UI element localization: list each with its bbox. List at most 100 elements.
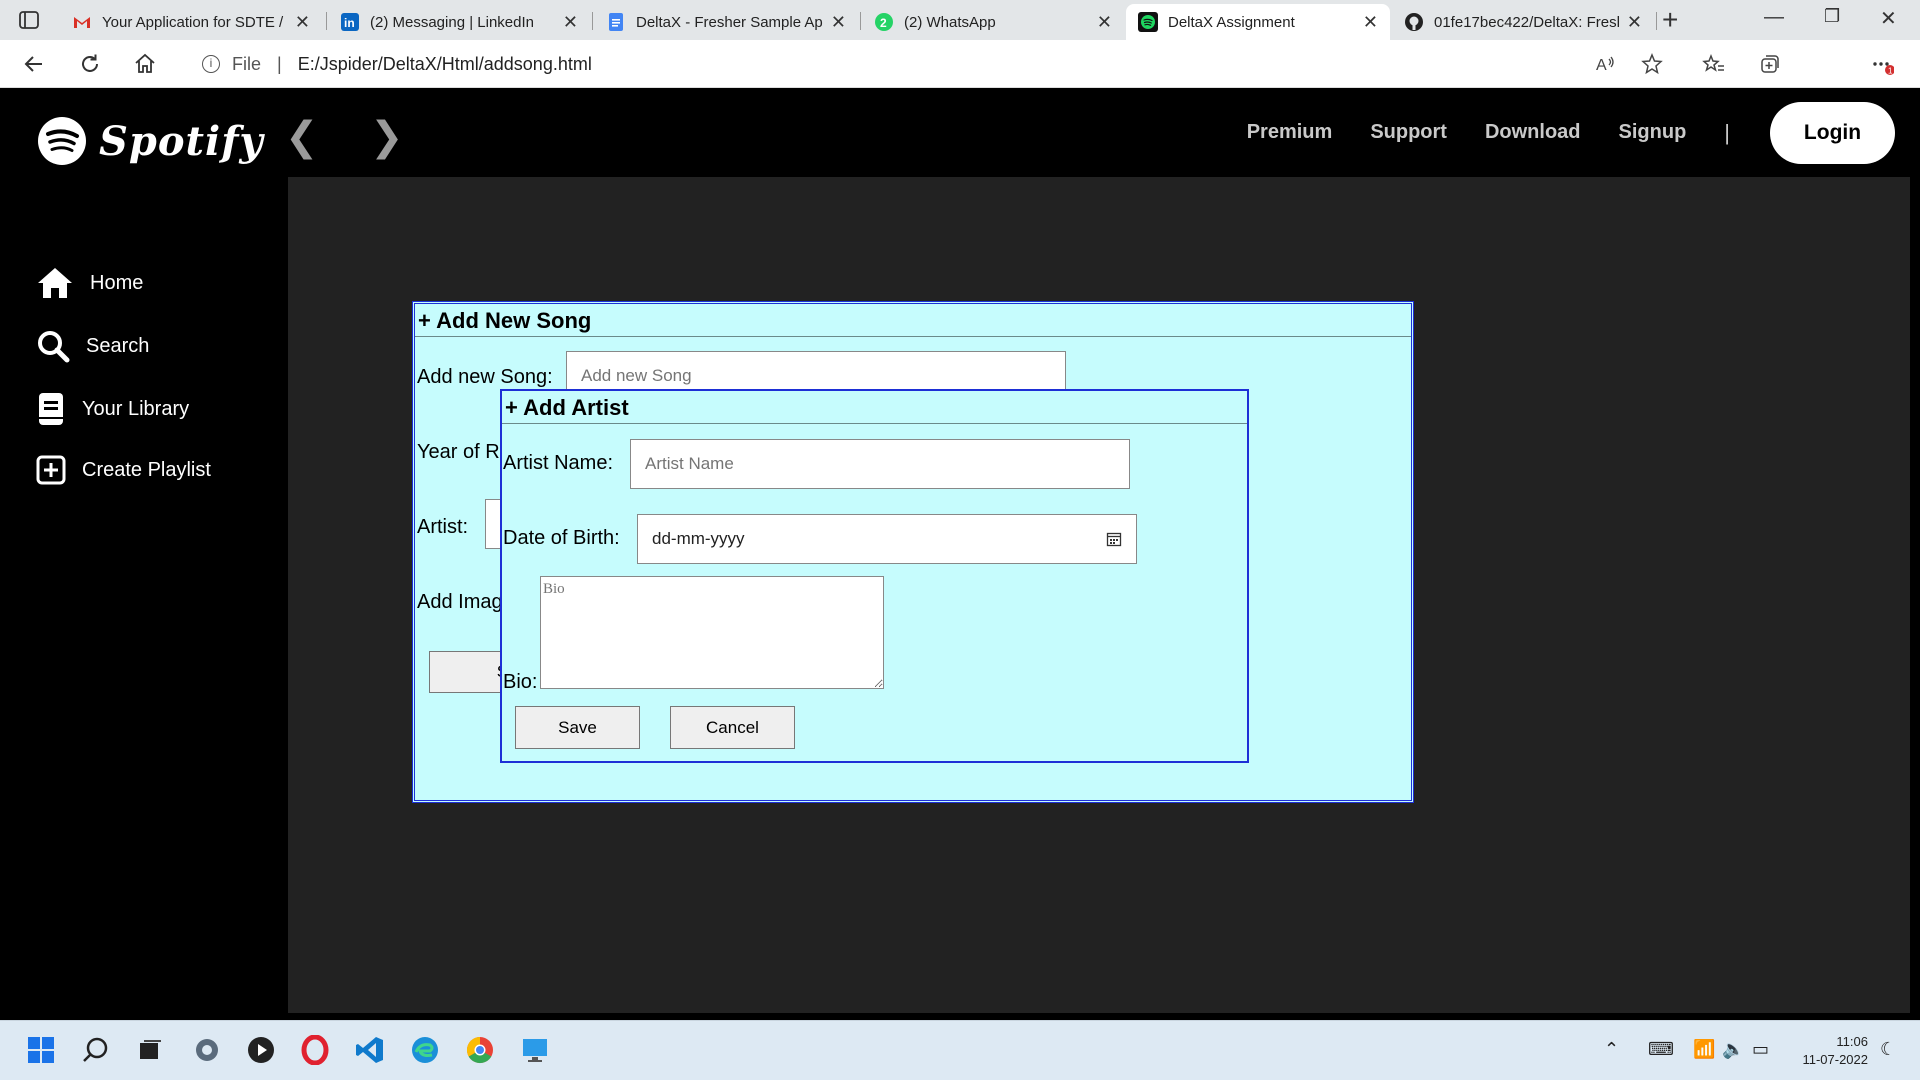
add-playlist-icon (36, 455, 66, 485)
keyboard-icon[interactable]: ⌨ (1648, 1039, 1674, 1060)
tab-title: (2) WhatsApp (904, 13, 996, 31)
sidebar-item-create-playlist[interactable]: Create Playlist (36, 455, 211, 485)
windows-start-icon[interactable] (26, 1035, 56, 1065)
whatsapp-icon: 2 (875, 13, 893, 31)
clock-date: 11-07-2022 (1802, 1052, 1868, 1067)
notifications-icon[interactable]: ☾ (1880, 1039, 1896, 1060)
top-nav: Premium Support Download Signup | Login (1247, 88, 1920, 177)
clock-time: 11:06 (1836, 1034, 1868, 1049)
opera-icon[interactable] (300, 1035, 330, 1065)
tab-actions-icon[interactable] (18, 10, 40, 30)
close-icon[interactable]: ✕ (1363, 12, 1378, 33)
search-icon (38, 331, 70, 363)
info-icon[interactable]: i (202, 55, 220, 73)
nav-premium[interactable]: Premium (1247, 121, 1333, 144)
tab-github[interactable]: 01fe17bec422/DeltaX: Fresh ✕ (1392, 4, 1654, 40)
browser-tab-bar: Your Application for SDTE / ✕ in (2) Mes… (0, 0, 1920, 40)
spotify-header: Spotify ❮ ❯ Premium Support Download Sig… (0, 88, 1920, 177)
dob-value: dd-mm-yyyy (652, 529, 745, 548)
sidebar: Home Search Your Library Create Playlist (0, 177, 288, 1013)
close-icon[interactable]: ✕ (563, 12, 578, 33)
image-label: Add Imag (417, 591, 503, 613)
media-player-icon[interactable] (246, 1035, 276, 1065)
vscode-icon[interactable] (355, 1035, 385, 1065)
taskbar-search-icon[interactable] (81, 1035, 111, 1065)
artist-save-button[interactable]: Save (515, 706, 640, 749)
login-button[interactable]: Login (1770, 101, 1895, 164)
chevron-left-icon[interactable]: ❮ (285, 114, 319, 160)
nav-download[interactable]: Download (1485, 121, 1581, 144)
year-label: Year of Re (417, 441, 511, 463)
svg-text:in: in (344, 16, 355, 30)
address-bar[interactable]: i File | E:/Jspider/DeltaX/Html/addsong.… (180, 45, 1710, 83)
url-text[interactable]: E:/Jspider/DeltaX/Html/addsong.html (298, 54, 592, 75)
add-artist-form: + Add Artist Artist Name: Date of Birth:… (500, 389, 1249, 763)
sidebar-item-label: Home (90, 271, 144, 294)
close-icon[interactable]: ✕ (831, 12, 846, 33)
calendar-icon[interactable] (1106, 531, 1122, 547)
tab-title: DeltaX Assignment (1168, 13, 1295, 31)
sidebar-item-label: Search (86, 334, 150, 357)
add-favorite-icon[interactable] (1640, 52, 1664, 76)
collections-icon[interactable] (1758, 52, 1782, 76)
file-label: File (232, 53, 262, 74)
chevron-right-icon[interactable]: ❯ (370, 114, 404, 160)
docs-icon (609, 13, 623, 31)
tab-whatsapp[interactable]: 2 (2) WhatsApp ✕ (862, 4, 1124, 40)
tray-overflow-icon[interactable]: ⌃ (1604, 1039, 1619, 1060)
bio-label: Bio: (503, 671, 538, 693)
back-icon[interactable] (22, 52, 46, 76)
windows-taskbar: ⌃ ⌨ 📶 🔈 ▭ 11:06 11-07-2022 ☾ (0, 1020, 1920, 1080)
restore-icon[interactable]: ❐ (1824, 6, 1840, 27)
task-view-icon[interactable] (135, 1035, 165, 1065)
spotify-logo[interactable]: Spotify (37, 116, 264, 166)
volume-icon[interactable]: 🔈 (1722, 1039, 1744, 1060)
read-aloud-icon[interactable]: A (1594, 52, 1618, 76)
add-artist-title: + Add Artist (502, 391, 1247, 424)
nav-signup[interactable]: Signup (1619, 121, 1687, 144)
address-bar-row: i File | E:/Jspider/DeltaX/Html/addsong.… (0, 40, 1920, 122)
library-icon (39, 393, 63, 425)
bio-textarea[interactable] (540, 576, 884, 689)
github-icon (1405, 13, 1423, 31)
spotify-wordmark: Spotify (99, 117, 264, 165)
new-tab-button[interactable]: + (1662, 4, 1678, 36)
settings-icon[interactable] (192, 1035, 222, 1065)
wifi-icon[interactable]: 📶 (1693, 1039, 1715, 1060)
sidebar-item-label: Your Library (82, 397, 190, 420)
more-options-icon[interactable]: 1 (1870, 52, 1894, 76)
song-label: Add new Song: (417, 366, 553, 388)
window-close-icon[interactable]: ✕ (1880, 6, 1897, 31)
refresh-icon[interactable] (78, 52, 102, 76)
nav-support[interactable]: Support (1370, 121, 1447, 144)
battery-icon[interactable]: ▭ (1752, 1039, 1769, 1060)
artist-cancel-button[interactable]: Cancel (670, 706, 795, 749)
close-icon[interactable]: ✕ (1627, 12, 1642, 33)
svg-text:A: A (1596, 57, 1607, 74)
sidebar-item-label: Create Playlist (82, 458, 211, 481)
dob-input[interactable]: dd-mm-yyyy (637, 514, 1137, 564)
tab-title: Your Application for SDTE / (102, 13, 284, 31)
tab-linkedin[interactable]: in (2) Messaging | LinkedIn ✕ (328, 4, 590, 40)
nav-separator: | (1724, 119, 1730, 145)
close-icon[interactable]: ✕ (1097, 12, 1112, 33)
chrome-icon[interactable] (465, 1035, 495, 1065)
add-song-title: + Add New Song (415, 304, 1411, 337)
home-button-icon[interactable] (133, 52, 157, 76)
tab-docs[interactable]: DeltaX - Fresher Sample Ap ✕ (594, 4, 858, 40)
tab-gmail[interactable]: Your Application for SDTE / ✕ (60, 4, 322, 40)
artist-name-input[interactable] (630, 439, 1130, 489)
artist-label: Artist: (417, 516, 469, 538)
tab-title: 01fe17bec422/DeltaX: Fresh (1434, 13, 1619, 31)
favorites-icon[interactable] (1702, 52, 1726, 76)
minimize-icon[interactable]: — (1764, 6, 1784, 29)
sidebar-item-home[interactable]: Home (36, 266, 143, 300)
dob-label: Date of Birth: (503, 527, 620, 549)
close-icon[interactable]: ✕ (295, 12, 310, 33)
sidebar-item-search[interactable]: Search (36, 329, 149, 363)
system-clock[interactable]: 11:06 11-07-2022 (1802, 1033, 1868, 1069)
edge-icon[interactable] (410, 1035, 440, 1065)
tab-deltax-assignment[interactable]: DeltaX Assignment ✕ (1126, 4, 1390, 40)
remote-desktop-icon[interactable] (520, 1035, 550, 1065)
sidebar-item-library[interactable]: Your Library (36, 392, 189, 426)
